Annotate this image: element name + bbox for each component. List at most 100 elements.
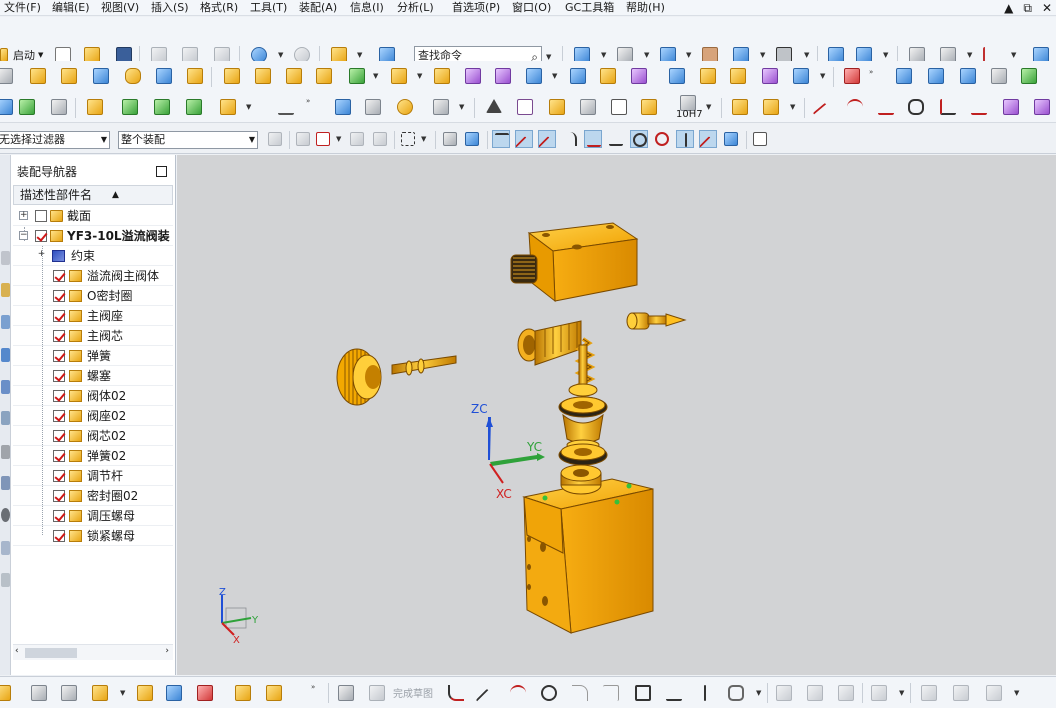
constraint-navigator-icon[interactable] (194, 682, 216, 704)
mirror-icon[interactable] (313, 65, 335, 87)
reposition-icon[interactable] (58, 682, 80, 704)
sketch-in-task-icon[interactable] (335, 682, 357, 704)
sequence-icon[interactable] (232, 682, 254, 704)
o-ring-part[interactable] (558, 396, 608, 418)
menu-information[interactable]: 信息(I) (350, 0, 384, 16)
ruled-surface-icon[interactable] (925, 65, 947, 87)
extension-surface-icon[interactable] (988, 65, 1010, 87)
feature-dropdown-icon[interactable]: ▼ (336, 132, 342, 146)
menu-gc-toolkit[interactable]: GC工具箱 (565, 0, 614, 16)
surface-dropdown-icon[interactable]: ▼ (820, 69, 826, 83)
resource-tab-icon[interactable] (1, 251, 10, 265)
offset-curve-icon[interactable] (937, 96, 959, 118)
tree-node-part[interactable]: 阀体02 (13, 386, 173, 406)
circle-icon[interactable] (538, 682, 560, 704)
sketch-fillet-icon[interactable] (569, 682, 591, 704)
snap-center-icon[interactable] (630, 130, 648, 148)
render-style-dropdown-icon[interactable]: ▼ (686, 48, 692, 62)
snap-point-icon[interactable] (294, 130, 312, 148)
snap-quadrant-icon[interactable] (653, 130, 671, 148)
shell-icon[interactable] (388, 65, 410, 87)
block-icon[interactable] (90, 65, 112, 87)
cylinder-icon[interactable] (122, 65, 144, 87)
component-pattern-icon[interactable] (28, 682, 50, 704)
project-curve-icon[interactable] (1000, 96, 1022, 118)
offset-surface-icon[interactable] (957, 65, 979, 87)
line-icon[interactable] (812, 96, 836, 126)
quick-extend-icon[interactable] (804, 682, 826, 704)
resource-tab-icon[interactable] (1, 541, 10, 555)
scroll-left-icon[interactable]: ‹ (15, 646, 19, 656)
visibility-checkbox[interactable] (53, 430, 65, 442)
resource-tab-icon[interactable] (1, 476, 10, 490)
subassembly-icon[interactable] (760, 96, 782, 118)
tree-node-part[interactable]: 螺塞 (13, 366, 173, 386)
snap-line-icon[interactable] (515, 130, 535, 156)
show-constraints-icon[interactable] (950, 682, 972, 704)
graphics-window[interactable]: ZC YC XC Z Y X (177, 155, 1056, 675)
menu-insert[interactable]: 插入(S) (151, 0, 189, 16)
trim-curve-icon[interactable] (968, 96, 990, 118)
expand-toggle-icon[interactable]: + (37, 250, 46, 260)
swept-icon[interactable] (893, 65, 915, 87)
components-yellow-icon[interactable] (729, 96, 751, 118)
resource-tab-icon[interactable] (1, 380, 10, 394)
tree-node-part[interactable]: 调压螺母 (13, 506, 173, 526)
dimension-dropdown-icon[interactable]: ▼ (899, 686, 905, 700)
visibility-checkbox[interactable] (53, 330, 65, 342)
point-icon[interactable] (694, 682, 716, 704)
grid-snap-icon[interactable] (751, 130, 769, 148)
view-orientation-dropdown-icon[interactable]: ▼ (760, 48, 766, 62)
boolean-unite-icon[interactable] (346, 65, 368, 87)
layer-dropdown-icon[interactable]: ▼ (967, 48, 973, 62)
expand-toggle-icon[interactable]: + (19, 211, 28, 220)
selection-filter-select[interactable]: 无选择过滤器 ▼ (0, 131, 110, 149)
shell-dropdown-icon[interactable]: ▼ (417, 69, 423, 83)
snap-intersection-icon[interactable] (676, 130, 694, 148)
select-curve-icon[interactable] (348, 130, 366, 148)
visibility-checkbox[interactable] (53, 510, 65, 522)
pattern-component-icon[interactable] (283, 65, 305, 87)
menu-help[interactable]: 帮助(H) (626, 0, 665, 16)
select-edge-icon[interactable] (371, 130, 389, 148)
replace-component-icon[interactable] (151, 96, 173, 118)
resource-tab-icon[interactable] (1, 573, 10, 587)
reference-set-icon[interactable] (48, 96, 70, 118)
trim-dropdown-icon[interactable]: ▼ (552, 69, 558, 83)
wcs-dropdown-icon[interactable]: ▼ (1011, 48, 1017, 62)
geometric-constraint-icon[interactable] (918, 682, 940, 704)
patch-icon[interactable] (697, 65, 719, 87)
menu-analysis[interactable]: 分析(L) (397, 0, 434, 16)
visibility-checkbox[interactable] (35, 210, 47, 222)
visibility-checkbox[interactable] (53, 370, 65, 382)
boolean-dropdown-icon[interactable]: ▼ (373, 69, 379, 83)
extrude-icon[interactable] (27, 65, 49, 87)
subassembly-dropdown-icon[interactable]: ▼ (790, 100, 796, 114)
sketch-icon[interactable] (0, 65, 16, 87)
spring-icon[interactable] (362, 96, 384, 118)
tree-node-part[interactable]: 锁紧螺母 (13, 526, 173, 546)
select-component-icon[interactable] (266, 130, 284, 148)
assembly-scope-select[interactable]: 整个装配 ▼ (118, 131, 258, 149)
sketch-arc-icon[interactable] (507, 682, 529, 704)
rectangle-icon[interactable] (632, 682, 654, 704)
revolve-icon[interactable] (58, 65, 80, 87)
visibility-checkbox[interactable] (53, 310, 65, 322)
tree-node-assembly[interactable]: − YF3-10L溢流阀装 (13, 226, 173, 246)
profile-icon[interactable] (445, 682, 467, 704)
snap-on-face-icon[interactable] (722, 130, 740, 148)
resource-tab-icon[interactable] (1, 411, 10, 425)
seat-02-part[interactable] (517, 320, 582, 366)
view-layout-icon[interactable] (577, 96, 599, 118)
tree-node-part[interactable]: O密封圈 (13, 286, 173, 306)
rectangle-select-icon[interactable] (399, 130, 417, 148)
curve-tool-icon[interactable] (275, 96, 297, 118)
tree-node-part[interactable]: 溢流阀主阀体 (13, 266, 173, 286)
split-body-icon[interactable] (567, 65, 589, 87)
intersect-curve-icon[interactable] (1031, 96, 1053, 118)
thread-icon[interactable] (332, 96, 354, 118)
visibility-checkbox[interactable] (53, 450, 65, 462)
constrain-dropdown-icon[interactable]: ▼ (1014, 686, 1020, 700)
ribbon-collapse-icon[interactable]: ▲ (1004, 0, 1013, 16)
sketch-chamfer-icon[interactable] (600, 682, 622, 704)
